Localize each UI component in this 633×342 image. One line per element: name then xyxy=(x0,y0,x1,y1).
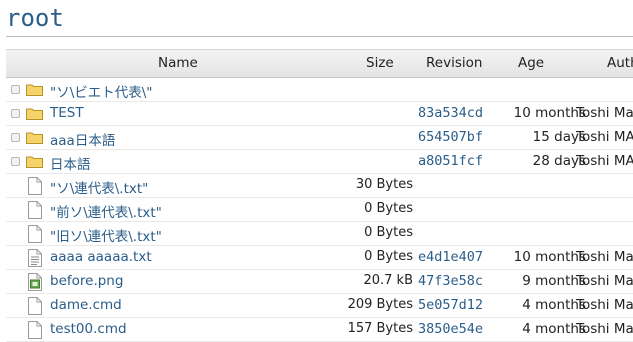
table-row[interactable]: "ソ\連代表\.txt" 30 Bytes xyxy=(6,174,633,198)
column-header-age[interactable]: Age xyxy=(518,55,544,71)
file-size: 209 Bytes xyxy=(347,297,413,312)
file-age: 28 days xyxy=(532,153,586,169)
file-size: 0 Bytes xyxy=(364,225,413,240)
file-icon xyxy=(28,201,42,219)
file-icon xyxy=(28,297,42,315)
file-name-link[interactable]: "ソ\ビエト代表\" xyxy=(50,81,153,101)
expand-icon[interactable] xyxy=(11,133,20,142)
file-name-link[interactable]: test00.cmd xyxy=(50,321,127,337)
page-title: root xyxy=(6,4,64,32)
file-name-link[interactable]: dame.cmd xyxy=(50,297,122,313)
file-name-link[interactable]: before.png xyxy=(50,273,123,289)
table-row[interactable]: test00.cmd 157 Bytes 3850e54e 4 months T… xyxy=(6,318,633,342)
file-icon xyxy=(28,177,42,195)
file-icon xyxy=(28,321,42,339)
folder-icon xyxy=(26,84,43,96)
revision-link[interactable]: e4d1e407 xyxy=(418,249,483,265)
file-size: 0 Bytes xyxy=(364,249,413,264)
table-row[interactable]: before.png 20.7 kB 47f3e58c 9 months Tos… xyxy=(6,270,633,294)
file-author: Toshi Ma xyxy=(576,297,633,313)
revision-link[interactable]: a8051fcf xyxy=(418,153,483,169)
file-author: Toshi Ma xyxy=(576,249,633,265)
file-name-link[interactable]: "ソ\連代表\.txt" xyxy=(50,177,148,197)
expand-icon[interactable] xyxy=(11,157,20,166)
folder-icon xyxy=(26,156,43,168)
file-author: Toshi MA xyxy=(576,129,633,145)
file-size: 157 Bytes xyxy=(347,321,413,336)
file-author: Toshi Ma xyxy=(576,321,633,337)
table-row[interactable]: "旧ソ\連代表\.txt" 0 Bytes xyxy=(6,222,633,246)
file-age: 10 months xyxy=(513,105,586,121)
column-header-name[interactable]: Name xyxy=(158,55,198,71)
table-header: Name Size Revision Age Auth xyxy=(6,49,633,78)
revision-link[interactable]: 3850e54e xyxy=(418,321,483,337)
revision-link[interactable]: 47f3e58c xyxy=(418,273,483,289)
file-author: Toshi Ma xyxy=(576,105,633,121)
revision-link[interactable]: 654507bf xyxy=(418,129,483,145)
file-size: 0 Bytes xyxy=(364,201,413,216)
file-age: 15 days xyxy=(532,129,586,145)
file-age: 10 months xyxy=(513,249,586,265)
table-row[interactable]: "ソ\ビエト代表\" xyxy=(6,78,633,102)
table-row[interactable]: dame.cmd 209 Bytes 5e057d12 4 months Tos… xyxy=(6,294,633,318)
image-file-icon xyxy=(28,273,42,291)
table-row[interactable]: aaaa aaaaa.txt 0 Bytes e4d1e407 10 month… xyxy=(6,246,633,270)
file-name-link[interactable]: TEST xyxy=(50,105,84,121)
column-header-author[interactable]: Auth xyxy=(607,55,633,71)
file-name-link[interactable]: aaaa aaaaa.txt xyxy=(50,249,152,265)
folder-icon xyxy=(26,132,43,144)
revision-link[interactable]: 83a534cd xyxy=(418,105,483,121)
file-author: Toshi MA xyxy=(576,153,633,169)
table-row[interactable]: aaa日本語 654507bf 15 days Toshi MA xyxy=(6,126,633,150)
file-name-link[interactable]: aaa日本語 xyxy=(50,129,115,149)
file-author: Toshi Ma xyxy=(576,273,633,289)
table-row[interactable]: TEST 83a534cd 10 months Toshi Ma xyxy=(6,102,633,126)
file-size: 30 Bytes xyxy=(355,177,413,192)
file-size: 20.7 kB xyxy=(363,273,413,288)
file-name-link[interactable]: "旧ソ\連代表\.txt" xyxy=(50,225,162,245)
file-name-link[interactable]: "前ソ\連代表\.txt" xyxy=(50,201,162,221)
expand-icon[interactable] xyxy=(11,109,20,118)
column-header-size[interactable]: Size xyxy=(366,55,394,71)
expand-icon[interactable] xyxy=(11,85,20,94)
folder-icon xyxy=(26,108,43,120)
revision-link[interactable]: 5e057d12 xyxy=(418,297,483,313)
table-row[interactable]: 日本語 a8051fcf 28 days Toshi MA xyxy=(6,150,633,174)
text-file-icon xyxy=(28,249,42,267)
column-header-revision[interactable]: Revision xyxy=(426,55,482,71)
file-table: Name Size Revision Age Auth "ソ\ビエト代表\" T… xyxy=(6,49,633,342)
table-row[interactable]: "前ソ\連代表\.txt" 0 Bytes xyxy=(6,198,633,222)
file-age: 9 months xyxy=(522,273,586,289)
file-age: 4 months xyxy=(522,321,586,337)
title-divider xyxy=(6,36,633,37)
file-age: 4 months xyxy=(522,297,586,313)
file-name-link[interactable]: 日本語 xyxy=(50,153,91,173)
file-icon xyxy=(28,225,42,243)
